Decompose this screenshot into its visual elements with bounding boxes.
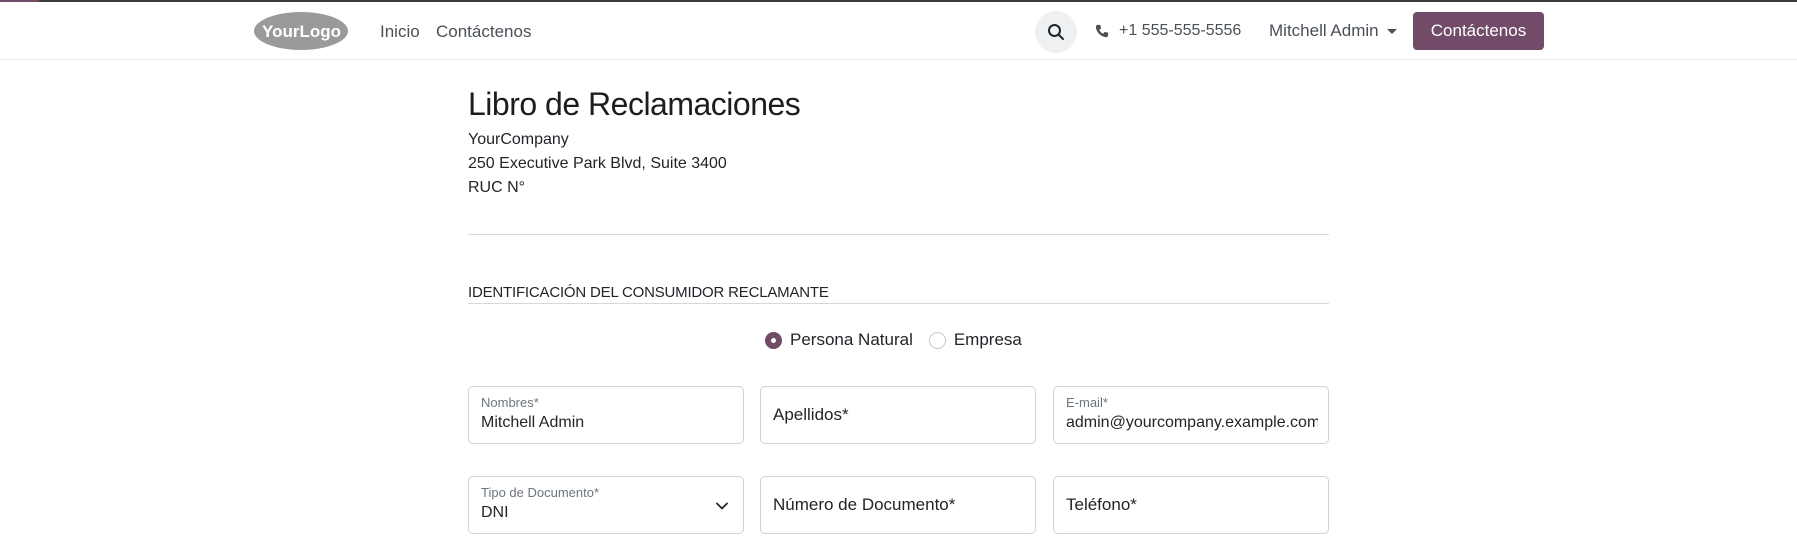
nav-contactenos[interactable]: Contáctenos — [436, 22, 531, 42]
phone-link[interactable]: +1 555-555-5556 — [1095, 22, 1241, 40]
email-field[interactable]: E-mail* admin@yourcompany.example.com — [1053, 386, 1329, 444]
field-label: E-mail* — [1066, 395, 1108, 410]
company-name: YourCompany — [468, 131, 569, 148]
field-label: Tipo de Documento* — [481, 485, 600, 500]
company-logo[interactable]: YourLogo — [253, 11, 349, 51]
divider — [468, 234, 1329, 235]
tipo-documento-value[interactable]: DNI — [481, 504, 733, 522]
radio-label: Empresa — [953, 330, 1022, 349]
page-title: Libro de Reclamaciones — [468, 86, 801, 122]
svg-text:YourLogo: YourLogo — [262, 22, 341, 41]
nombres-value[interactable]: Mitchell Admin — [481, 414, 733, 432]
nav-inicio[interactable]: Inicio — [380, 22, 420, 42]
radio-empresa[interactable]: Empresa — [928, 330, 1022, 350]
apellidos-field[interactable]: Apellidos* — [760, 386, 1036, 444]
main-content: Libro de Reclamaciones YourCompany 250 E… — [468, 80, 1329, 534]
radio-checked-icon[interactable] — [765, 331, 782, 349]
company-address: 250 Executive Park Blvd, Suite 3400 — [468, 155, 727, 172]
radio-unchecked-icon[interactable] — [928, 331, 946, 349]
numero-documento-field[interactable]: Número de Documento* — [760, 476, 1036, 534]
radio-label: Persona Natural — [790, 330, 913, 349]
contact-us-button[interactable]: Contáctenos — [1413, 12, 1544, 50]
section-title: IDENTIFICACIÓN DEL CONSUMIDOR RECLAMANTE — [468, 284, 1329, 304]
site-header: YourLogo Inicio Contáctenos +1 555-555-5… — [0, 2, 1797, 60]
field-label: Nombres* — [481, 395, 539, 410]
user-name: Mitchell Admin — [1269, 21, 1379, 40]
email-value[interactable]: admin@yourcompany.example.com — [1066, 414, 1318, 432]
phone-number: +1 555-555-5556 — [1119, 22, 1242, 39]
caret-down-icon — [1386, 28, 1397, 34]
person-type-radio-group: Persona Natural Empresa — [765, 330, 1022, 350]
search-icon — [1048, 24, 1064, 40]
field-placeholder: Teléfono* — [1066, 495, 1137, 514]
radio-persona-natural[interactable]: Persona Natural — [765, 330, 913, 350]
user-menu-toggle[interactable]: Mitchell Admin — [1269, 21, 1397, 41]
phone-icon — [1095, 24, 1109, 38]
field-placeholder: Apellidos* — [773, 405, 849, 424]
chevron-down-icon — [716, 502, 728, 510]
telefono-field[interactable]: Teléfono* — [1053, 476, 1329, 534]
search-button[interactable] — [1035, 11, 1077, 53]
company-ruc: RUC N° — [468, 179, 526, 196]
nombres-field[interactable]: Nombres* Mitchell Admin — [468, 386, 744, 444]
tipo-documento-select[interactable]: Tipo de Documento* DNI — [468, 476, 744, 534]
field-placeholder: Número de Documento* — [773, 495, 956, 514]
